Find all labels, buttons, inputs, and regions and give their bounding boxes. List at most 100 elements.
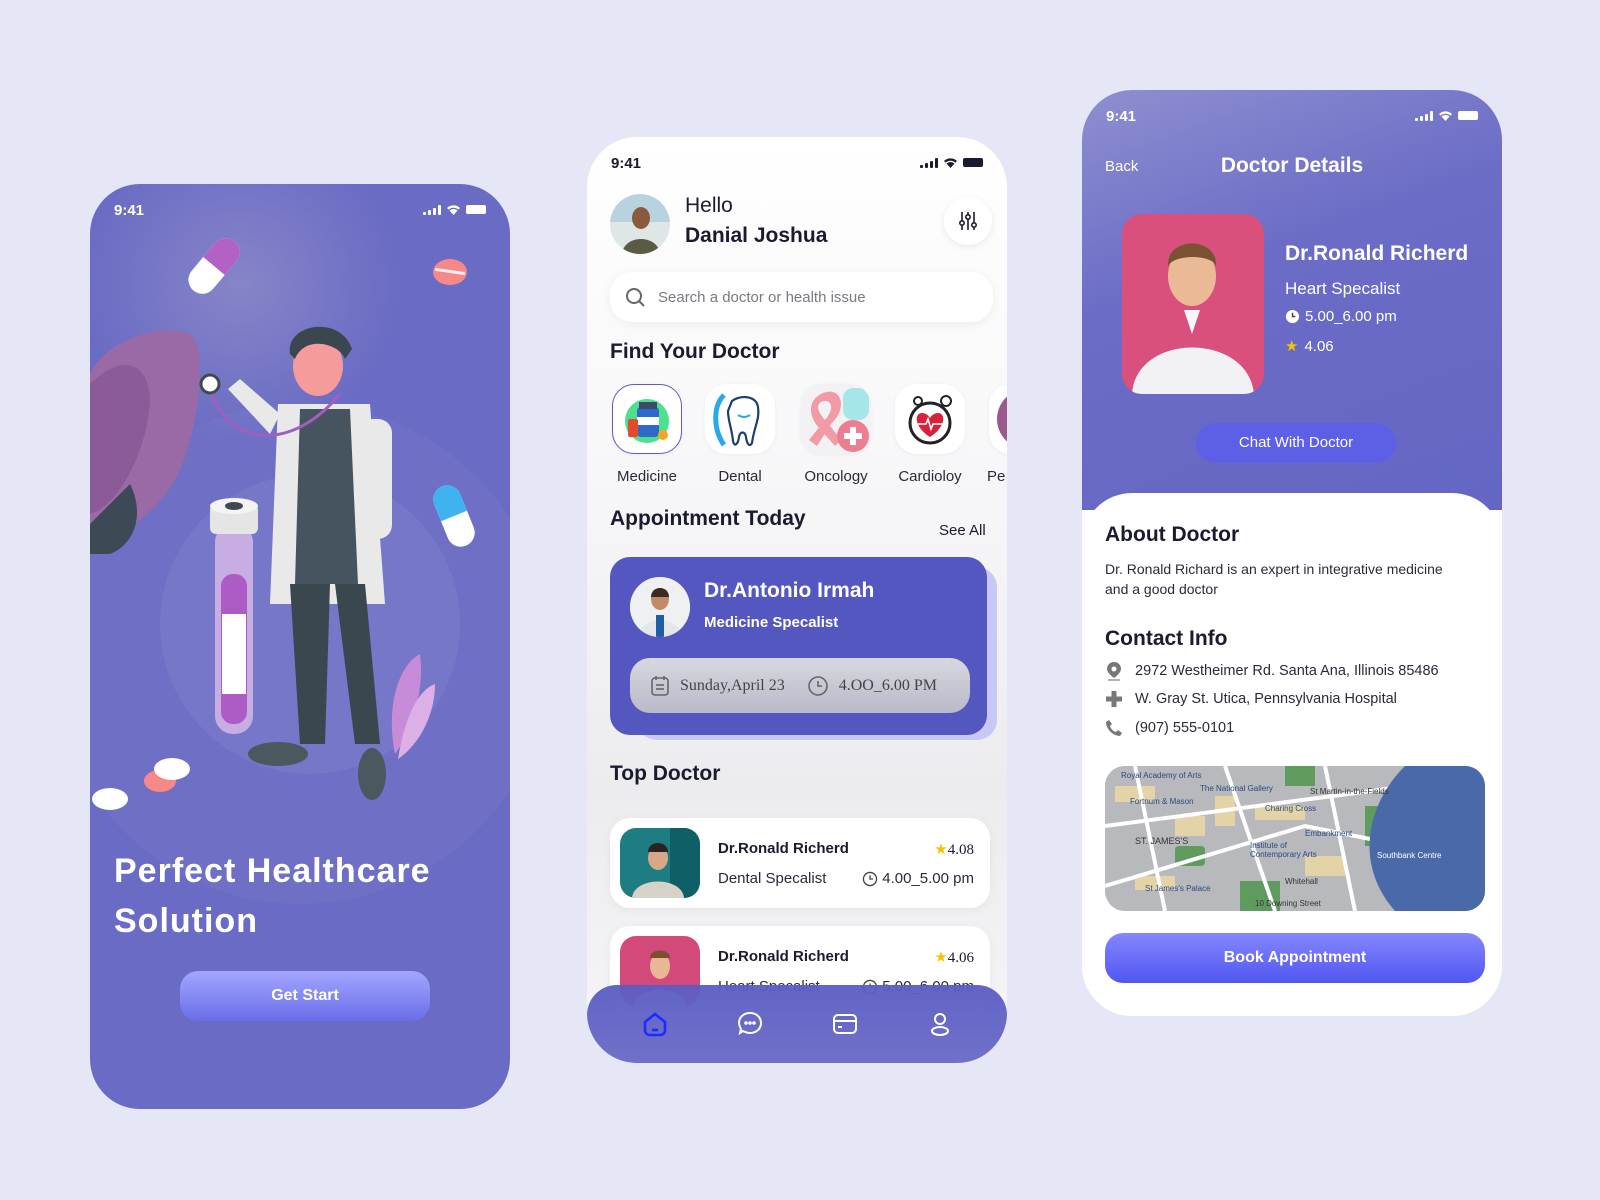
status-time: 9:41 [1106,108,1137,125]
nav-payment[interactable] [825,1004,865,1044]
about-text: Dr. Ronald Richard is an expert in integ… [1105,561,1443,597]
doctor-specialty: Heart Specalist [1285,279,1401,298]
map-label: 10 Downing Street [1255,899,1322,908]
status-bar: 9:41 [1082,90,1502,140]
contact-hospital: W. Gray St. Utica, Pennsylvania Hospital [1105,690,1397,708]
doctor-name: Dr.Ronald Richerd [718,948,849,965]
map-label: Fortnum & Mason [1130,797,1194,806]
home-icon [643,1012,666,1037]
capsule-icon [188,238,240,294]
calendar-icon [651,675,669,696]
search-bar[interactable] [610,272,993,322]
tooth-icon [713,393,760,447]
find-doctor-title: Find Your Doctor [610,340,780,363]
hospital-text: W. Gray St. Utica, Pennsylvania Hospital [1135,691,1397,707]
search-icon [626,288,645,307]
phone-text: (907) 555-0101 [1135,720,1235,736]
category-oncology[interactable]: Oncology [799,384,873,485]
map-label: The National Gallery [1200,784,1273,793]
onboarding-screen: 9:41 Perfect Healthcare Solution Get Sta… [90,184,510,1109]
map-label: St Martin-in-the-Fields [1310,787,1389,796]
user-avatar[interactable] [610,194,670,254]
wifi-icon [944,158,957,168]
star-icon: ★ [934,842,948,858]
category-label: Medicine [616,468,678,485]
appointment-time: 4.OO_6.00 PM [838,676,937,694]
details-sheet: About Doctor Dr. Ronald Richard is an ex… [1082,493,1502,1016]
greeting-text: Hello [685,194,733,217]
contact-address: 2972 Westheimer Rd. Santa Ana, Illinois … [1105,661,1439,681]
hero-title-line: Solution [114,902,258,940]
page-title: Doctor Details [1220,154,1364,177]
user-icon [930,1013,949,1036]
home-screen: 9:41 Hello Danial Joshua Find Your Docto… [587,137,1007,1063]
user-name: Danial Joshua [685,224,828,247]
contact-title: Contact Info [1105,627,1228,650]
map-label: Whitehall [1285,877,1318,886]
appointment-schedule: Sunday,April 23 4.OO_6.00 PM [630,658,970,713]
pediatric-icon [997,396,1007,442]
status-time: 9:41 [611,155,642,172]
map-label: St James's Palace [1145,884,1211,893]
appointment-specialty: Medicine Specalist [704,614,839,631]
filter-button[interactable] [944,197,992,245]
about-title: About Doctor [1105,523,1240,546]
star-icon: ★ [934,950,948,966]
hospital-cross-icon [1106,691,1122,707]
category-pediatric[interactable]: Pe [987,384,1007,485]
pill-icon [92,788,128,810]
top-doctor-title: Top Doctor [610,762,721,785]
doctor-illustration [90,238,475,810]
location-pin-icon [1107,662,1121,681]
signal-icon [1415,110,1433,121]
category-label: Dental [718,468,762,485]
doctor-rating: ★ 4.06 [1285,337,1334,356]
rating-value: 4.06 [1304,337,1334,355]
map-label: Institute of [1250,841,1288,850]
nav-profile[interactable] [920,1004,960,1044]
get-start-button[interactable]: Get Start [180,971,430,1021]
medicine-bottle-icon [625,399,669,443]
doctor-hours: 5.00_6.00 pm [1285,308,1397,325]
doctor-name: Dr.Ronald Richerd [1285,242,1469,265]
appointment-today-title: Appointment Today [610,507,806,530]
clock-icon [807,675,828,696]
sliders-icon [958,212,978,230]
map-label: Royal Academy of Arts [1121,771,1201,780]
hero-title: Perfect Healthcare Solution [114,846,474,946]
category-medicine[interactable]: Medicine [610,384,684,485]
doctor-rating: ★4.08 [934,840,974,859]
see-all-link[interactable]: See All [939,522,986,539]
map-label: Southbank Centre [1377,851,1442,860]
clock-icon [1285,309,1300,324]
contact-phone[interactable]: (907) 555-0101 [1105,719,1234,737]
doctor-rating: ★4.06 [934,948,974,967]
rating-value: 4.08 [947,842,974,858]
book-appointment-button[interactable]: Book Appointment [1105,933,1485,983]
chat-with-doctor-button[interactable]: Chat With Doctor [1196,423,1396,463]
time-value: 4.00_5.00 pm [882,870,974,887]
doctor-specialty: Dental Specalist [718,870,827,887]
ribbon-icon [809,388,869,452]
status-bar: 9:41 [587,137,1007,187]
doctor-time: 4.00_5.00 pm [862,870,974,887]
appointment-card[interactable]: Dr.Antonio Irmah Medicine Specalist Sund… [610,557,987,735]
doctor-details-screen: 9:41 Back Doctor Details Dr.Ronald Riche… [1082,90,1502,1016]
battery-icon [963,158,983,167]
address-text: 2972 Westheimer Rd. Santa Ana, Illinois … [1135,663,1439,679]
doctor-list-item[interactable]: Dr.Ronald Richerd Dental Specalist ★4.08… [610,818,990,908]
search-input[interactable] [658,288,958,306]
category-cardiology[interactable]: Cardioloy [893,384,967,485]
map-label: Charing Cross [1265,804,1316,813]
card-icon [832,1014,857,1034]
star-icon: ★ [1285,338,1299,355]
chat-icon [737,1011,762,1036]
battery-icon [1458,111,1478,120]
category-label: Cardioloy [898,468,962,485]
category-dental[interactable]: Dental [703,384,777,485]
nav-chat[interactable] [730,1004,770,1044]
location-map[interactable]: Royal Academy of Arts The National Galle… [1105,766,1485,911]
appointment-doctor-name: Dr.Antonio Irmah [704,579,875,602]
nav-home[interactable] [635,1004,675,1044]
rating-value: 4.06 [947,950,974,966]
